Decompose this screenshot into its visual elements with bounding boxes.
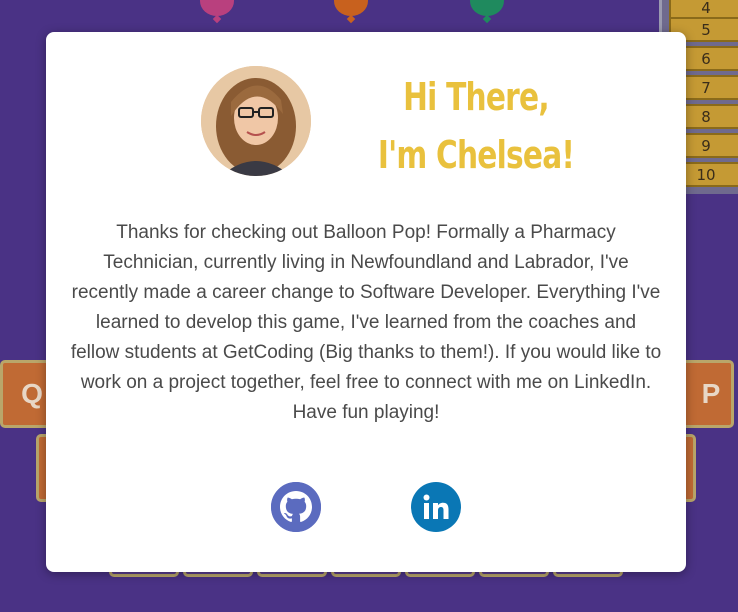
bio-text: Thanks for checking out Balloon Pop! For… (70, 222, 662, 423)
balloon-orange[interactable] (334, 0, 368, 16)
headline: Hi There, I'm Chelsea! (375, 68, 578, 184)
key-label: Q (21, 378, 43, 409)
headline-name: I'm Chelsea! (377, 133, 575, 177)
linkedin-icon (411, 482, 461, 532)
github-icon (271, 482, 321, 532)
key-label: P (701, 378, 721, 409)
profile-photo (201, 66, 311, 176)
balloon-green[interactable] (470, 0, 504, 16)
linkedin-link[interactable] (411, 482, 461, 532)
balloon-pink[interactable] (200, 0, 234, 16)
about-modal: Hi There, I'm Chelsea! Thanks for checki… (46, 32, 686, 572)
headline-greeting: Hi There, (403, 75, 549, 119)
github-link[interactable] (271, 482, 321, 532)
